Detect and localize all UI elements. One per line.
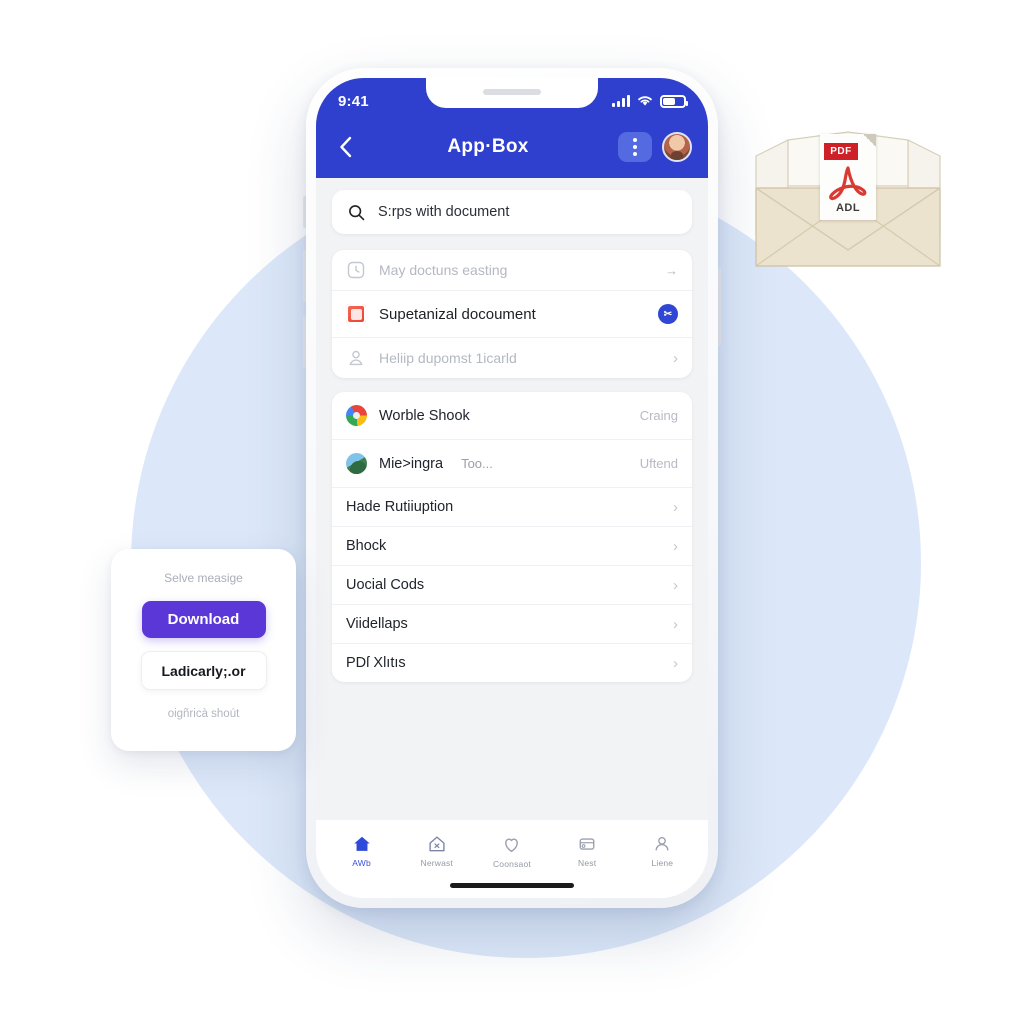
suggestion-label: Supetanizal docoument [379,305,536,323]
list-item-meta: Craing [639,408,678,423]
cellular-bars-icon [612,95,630,107]
app-bar: App·Box [316,116,708,178]
chevron-right-icon[interactable]: › [673,351,678,366]
tab-profile[interactable]: Liene [628,834,696,868]
chevron-right-icon: › [673,537,678,555]
list-item[interactable]: Bhock › [332,527,692,566]
page-fold-corner [863,134,876,147]
person-icon [655,837,669,851]
photos-circle-icon [346,453,367,474]
bottom-navigation: AWb Nerwast Coonsaot Nest Liene [316,820,708,898]
pdf-document-icon: PDF ADL [820,134,876,220]
search-suggestions: May doctuns easting → Supetanizal docoum… [332,250,692,378]
status-badge[interactable]: ✂ [658,304,678,324]
document-app-icon [346,304,366,324]
history-clock-icon [347,261,365,279]
phone-mockup: 9:41 App·Box S:rps with document May doc… [306,68,718,908]
app-header: 9:41 App·Box [316,78,708,178]
home-icon [353,836,370,851]
tab-store[interactable]: Nerwast [403,834,471,868]
phone-screen: 9:41 App·Box S:rps with document May doc… [316,78,708,898]
list-item-title: Viidellaps [346,616,408,632]
list-item[interactable]: Mie>ingra Too... Uftend [332,440,692,488]
tab-label: Liene [651,858,674,868]
list-item[interactable]: PDſ Xlıtıs › [332,644,692,682]
list-item[interactable]: Worble Shook Craing [332,392,692,440]
heart-icon [505,838,519,853]
pdf-file-label: ADL [835,202,861,214]
download-card: Selve measige Download Ladicarly;.or oig… [111,549,296,751]
chevron-right-icon: › [673,615,678,633]
tab-wallet[interactable]: Nest [553,834,621,868]
secondary-action-button[interactable]: Ladicarly;.or [140,651,267,690]
chevron-right-icon: › [673,498,678,516]
pdf-badge: PDF [824,143,858,160]
list-item-title: Hade Rutiiuption [346,499,454,515]
arrow-up-right-icon[interactable]: → [665,263,678,278]
store-icon [429,836,445,852]
search-icon [349,204,365,220]
status-icons [612,94,688,108]
kebab-menu-icon[interactable] [618,132,652,162]
suggestion-label: May doctuns easting [379,262,508,278]
list-item-title: Bhock [346,538,387,554]
list-item-title: Worble Shook [379,407,470,424]
search-section: S:rps with document [316,178,708,244]
chrome-circle-icon [346,405,367,426]
list-item[interactable]: Viidellaps › [332,605,692,644]
search-input[interactable]: S:rps with document [332,190,692,234]
battery-icon [660,94,688,108]
page-title: App·Box [447,136,529,157]
list-item[interactable]: Uocial Cods › [332,566,692,605]
person-download-icon [349,350,363,366]
scene: 9:41 App·Box S:rps with document May doc… [0,0,1024,1024]
list-item-title: Mie>ingra [379,455,444,472]
list-item[interactable]: Hade Rutiiuption › [332,488,692,527]
tab-label: Nest [578,858,597,868]
wallet-icon [579,838,595,850]
status-bar: 9:41 [316,86,708,116]
avatar[interactable] [662,132,692,162]
wifi-icon [638,96,652,106]
suggestion-row-history[interactable]: May doctuns easting → [332,250,692,291]
chevron-left-icon[interactable] [332,134,358,160]
tab-favorites[interactable]: Coonsaot [478,834,546,869]
tab-label: Nerwast [420,858,454,868]
search-input-value: S:rps with document [378,204,510,220]
suggestion-row-help[interactable]: Heliip dupomst 1icarld › [332,338,692,378]
status-time: 9:41 [338,92,369,110]
download-button[interactable]: Download [141,601,266,638]
main-list: Worble Shook Craing Mie>ingra Too... Uft… [332,392,692,682]
tab-label: Coonsaot [492,859,531,869]
download-card-bottom-text: oigñricà shoút [167,708,240,720]
suggestion-label: Heliip dupomst 1icarld [379,350,517,366]
envelope-illustration: PDF ADL [748,126,948,272]
suggestion-row-document[interactable]: Supetanizal docoument ✂ [332,291,692,338]
tab-home[interactable]: AWb [328,834,396,868]
list-item-subtitle: Too... [461,456,493,471]
download-card-top-text: Selve measige [164,571,243,585]
chevron-right-icon: › [673,576,678,594]
list-item-title: Uocial Cods [346,577,425,593]
list-item-meta: Uftend [639,456,678,471]
tab-label: AWb [352,858,371,868]
home-indicator[interactable] [450,883,574,888]
list-item-title: PDſ Xlıtıs [346,655,406,671]
chevron-right-icon: › [673,654,678,672]
tab-bar: AWb Nerwast Coonsaot Nest Liene [316,830,708,875]
